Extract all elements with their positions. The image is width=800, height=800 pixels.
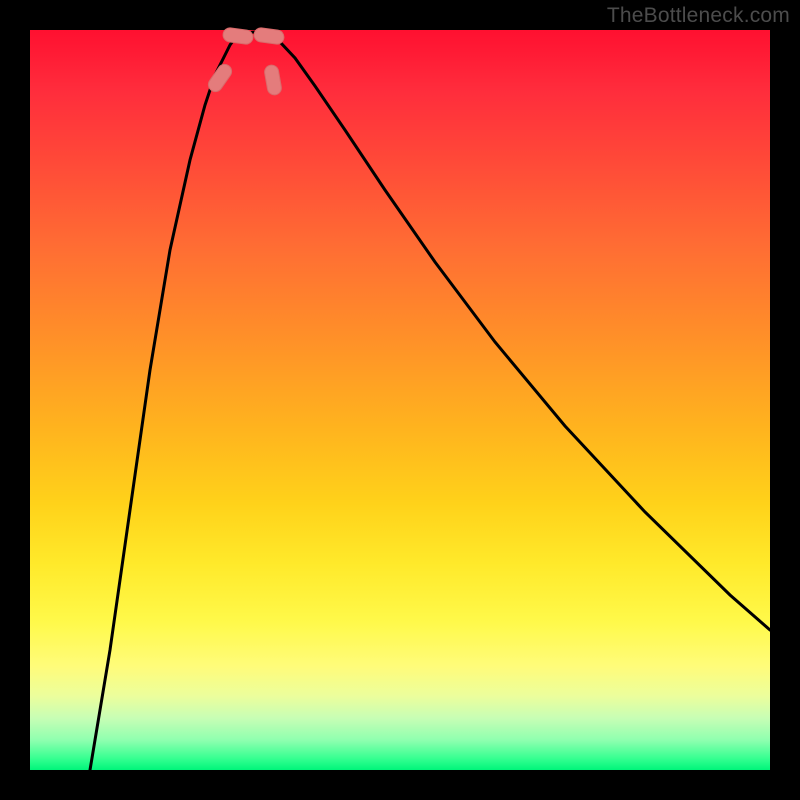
plot-area [30,30,770,770]
curve-group [90,32,770,770]
marker-0 [206,62,235,95]
marker-3 [253,27,285,45]
marker-group [206,27,285,96]
marker-2 [222,27,254,45]
watermark-text: TheBottleneck.com [607,4,790,28]
chart-container: TheBottleneck.com [0,0,800,800]
series-right-curve [270,35,770,630]
series-left-curve [90,35,240,770]
curves-svg [30,30,770,770]
marker-1 [264,64,283,96]
